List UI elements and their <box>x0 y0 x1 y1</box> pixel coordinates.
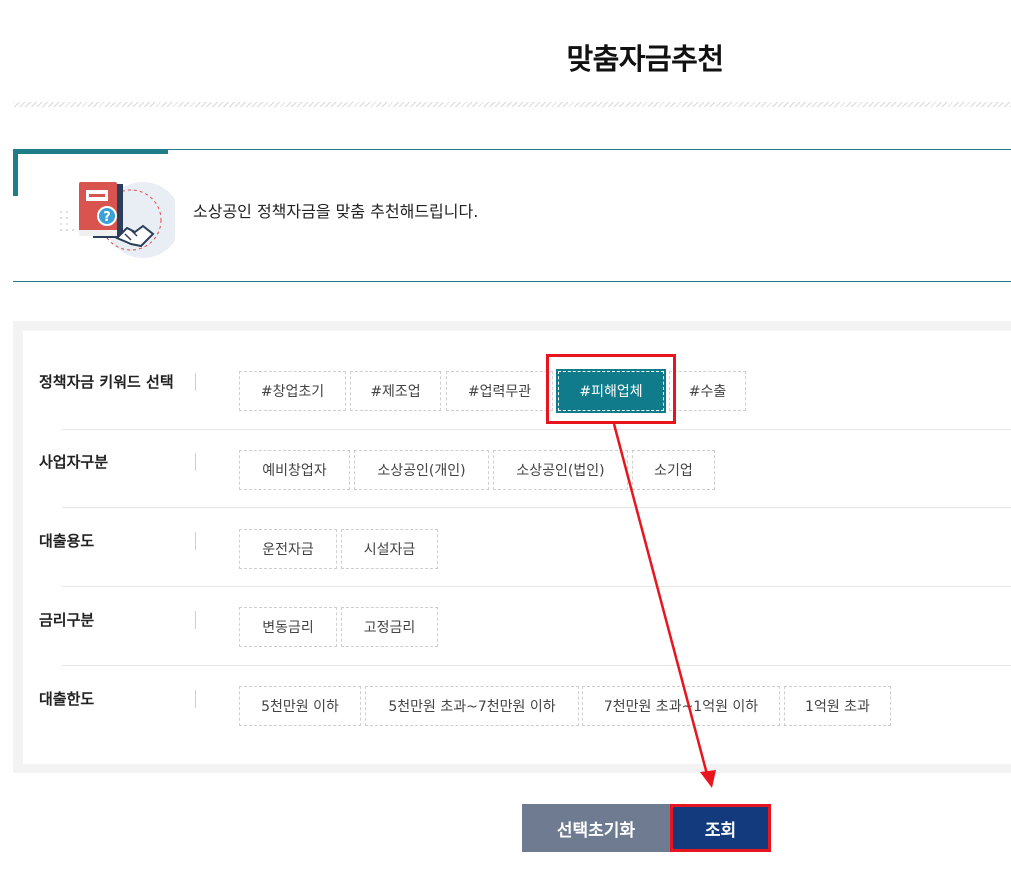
filter-label: 사업자구분 <box>39 453 109 471</box>
tag-option[interactable]: 5천만원 초과~7천만원 이하 <box>365 686 579 726</box>
svg-text:?: ? <box>103 210 111 225</box>
tag-option[interactable]: 소기업 <box>632 450 715 490</box>
intro-accent-bar <box>13 149 168 154</box>
row-divider <box>62 429 1011 430</box>
filter-label: 대출용도 <box>39 532 95 550</box>
tag-option[interactable]: 1억원 초과 <box>784 686 891 726</box>
tag-option[interactable]: 소상공인(개인) <box>354 450 489 490</box>
filter-label: 대출한도 <box>39 690 95 708</box>
page-title: 맞춤자금추천 <box>566 42 724 76</box>
row-separator <box>195 611 196 629</box>
title-divider <box>13 102 1011 107</box>
row-separator <box>195 532 196 550</box>
intro-box: ? 소상공인 정책자금을 맞춤 추천해드립니다. <box>13 149 1011 282</box>
tag-option[interactable]: #창업초기 <box>239 371 346 411</box>
row-separator <box>195 373 196 391</box>
filter-label: 금리구분 <box>39 611 95 629</box>
tag-option[interactable]: #제조업 <box>350 371 441 411</box>
tag-option[interactable]: #수출 <box>669 371 746 411</box>
tag-option[interactable]: #업력무관 <box>446 371 553 411</box>
row-divider <box>62 665 1011 666</box>
filter-label: 정책자금 키워드 선택 <box>39 373 174 391</box>
highlight-box <box>546 354 676 424</box>
tag-option[interactable]: 고정금리 <box>341 607 438 647</box>
tag-option[interactable]: 시설자금 <box>341 529 438 569</box>
tag-option[interactable]: 7천만원 초과~1억원 이하 <box>582 686 780 726</box>
tag-option[interactable]: 소상공인(법인) <box>493 450 628 490</box>
tag-option[interactable]: 예비창업자 <box>239 450 350 490</box>
intro-accent-bar-vertical <box>13 149 18 196</box>
row-separator <box>195 453 196 471</box>
row-divider <box>62 507 1011 508</box>
search-button[interactable]: 조회 <box>670 804 771 852</box>
tag-option[interactable]: 운전자금 <box>239 529 337 569</box>
row-separator <box>195 690 196 708</box>
tag-option[interactable]: 5천만원 이하 <box>239 686 361 726</box>
row-divider <box>62 586 1011 587</box>
intro-text: 소상공인 정책자금을 맞춤 추천해드립니다. <box>193 202 479 221</box>
fund-book-handshake-icon: ? <box>60 182 175 258</box>
reset-button[interactable]: 선택초기화 <box>522 804 670 852</box>
tag-option[interactable]: 변동금리 <box>239 607 337 647</box>
